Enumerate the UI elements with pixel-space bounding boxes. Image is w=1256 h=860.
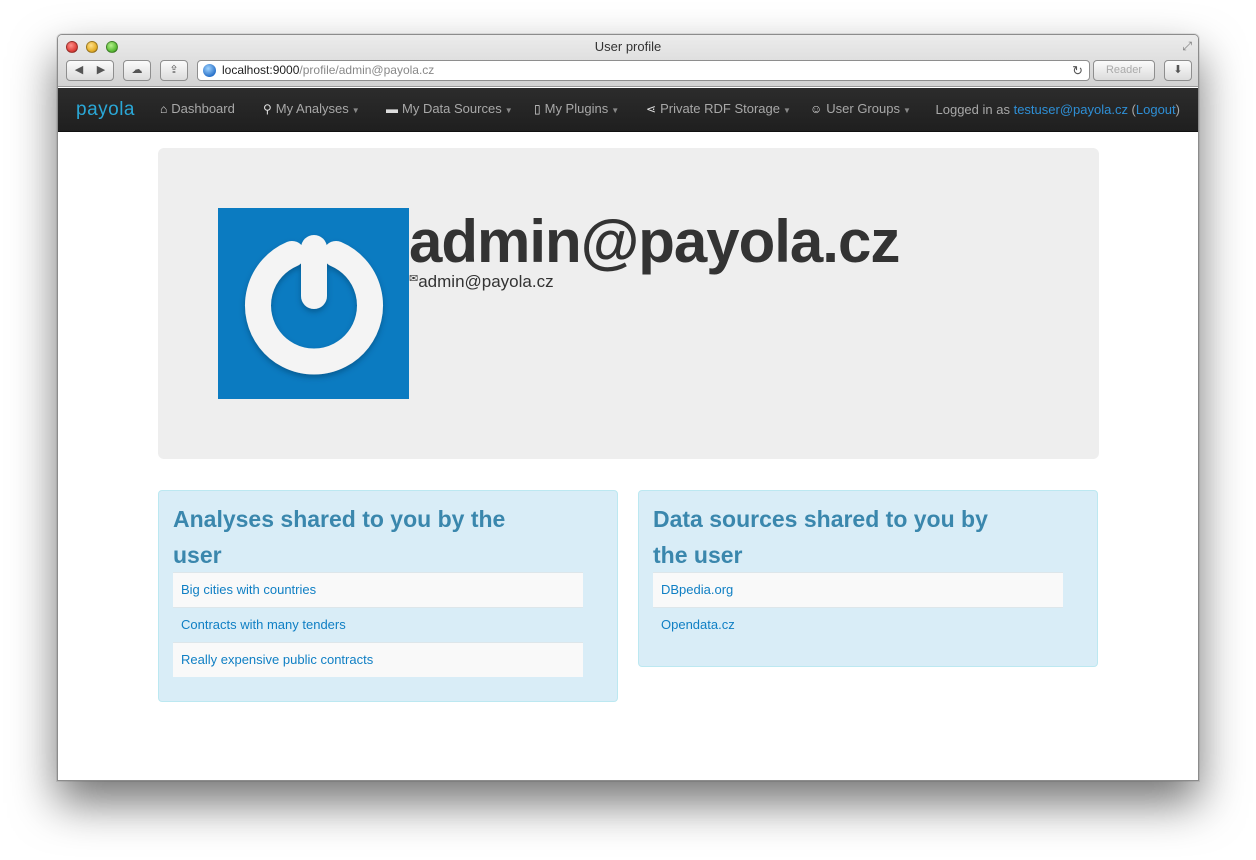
power-icon (245, 235, 383, 375)
share-nodes-icon: ⋖ (646, 102, 657, 116)
profile-name: admin@payola.cz (409, 208, 900, 275)
analyses-list: Big cities with countries Contracts with… (173, 572, 583, 677)
list-item: DBpedia.org (653, 572, 1063, 607)
address-host: localhost:9000 (222, 63, 300, 77)
analyses-panel: Analyses shared to you by the user Big c… (158, 490, 618, 702)
nav-my-plugins[interactable]: ▯ My Plugins ▼ (534, 101, 619, 116)
data-source-link[interactable]: DBpedia.org (661, 582, 733, 597)
analysis-link[interactable]: Really expensive public contracts (181, 652, 373, 667)
back-icon[interactable]: ◀ (68, 61, 90, 80)
address-path: /profile/admin@payola.cz (299, 63, 435, 77)
data-source-link[interactable]: Opendata.cz (661, 617, 735, 632)
search-icon: ⚲ (263, 102, 272, 116)
chevron-down-icon: ▼ (351, 106, 360, 115)
list-item: Big cities with countries (173, 572, 583, 607)
group-icon: ☺ (810, 102, 823, 116)
reader-button[interactable]: Reader (1093, 60, 1155, 81)
chevron-down-icon: ▼ (611, 106, 620, 115)
back-forward-buttons: ◀ ▶ (66, 60, 114, 81)
profile-hero: admin@payola.cz ✉admin@payola.cz (158, 148, 1099, 459)
download-icon[interactable]: ⬇ (1164, 60, 1192, 81)
logout-link[interactable]: Logout (1136, 102, 1176, 117)
file-icon: ▯ (534, 102, 541, 116)
list-item: Really expensive public contracts (173, 642, 583, 677)
list-item: Opendata.cz (653, 607, 1063, 642)
chevron-down-icon: ▼ (902, 106, 911, 115)
analyses-heading: Analyses shared to you by the user (173, 506, 506, 568)
reload-icon[interactable]: ↻ (1072, 61, 1083, 80)
window-title: User profile (594, 39, 662, 54)
title-bar: User profile ⤢ ◀ ▶ ☁ ⇪ localhost:9000/pro… (58, 35, 1198, 87)
forward-icon[interactable]: ▶ (90, 61, 112, 80)
data-sources-panel: Data sources shared to you by the user D… (638, 490, 1098, 667)
data-sources-list: DBpedia.org Opendata.cz (653, 572, 1063, 642)
chevron-down-icon: ▼ (783, 106, 791, 115)
list-item: Contracts with many tenders (173, 607, 583, 642)
home-icon: ⌂ (160, 102, 168, 116)
avatar (218, 208, 409, 399)
chevron-down-icon: ▼ (504, 106, 513, 115)
envelope-icon: ✉ (409, 273, 419, 285)
profile-email: ✉admin@payola.cz (409, 272, 554, 291)
nav-user-groups[interactable]: ☺ User Groups ▼ (810, 101, 911, 116)
nav-private-rdf-storage[interactable]: ⋖ Private RDF Storage ▼ (646, 101, 791, 116)
hdd-icon: ▬ (386, 102, 398, 116)
navbar: payola ⌂ Dashboard ⚲ My Analyses ▼ ▬ My Data… (58, 88, 1198, 132)
analysis-link[interactable]: Big cities with countries (181, 582, 316, 597)
nav-my-analyses[interactable]: ⚲ My Analyses ▼ (263, 101, 360, 116)
login-status: Logged in as testuser@payola.cz (Logout) (935, 102, 1181, 117)
data-sources-heading: Data sources shared to you by the user (653, 506, 988, 568)
browser-window: User profile ⤢ ◀ ▶ ☁ ⇪ localhost:9000/pro… (57, 34, 1199, 781)
nav-my-data-sources[interactable]: ▬ My Data Sources ▼ (386, 101, 513, 116)
nav-dashboard[interactable]: ⌂ Dashboard (160, 101, 235, 116)
brand-logo[interactable]: payola (76, 99, 135, 121)
logged-user-link[interactable]: testuser@payola.cz (1014, 102, 1128, 117)
address-bar[interactable]: localhost:9000/profile/admin@payola.cz ↻ (197, 60, 1090, 81)
fullscreen-icon[interactable]: ⤢ (1182, 39, 1192, 54)
globe-icon (203, 64, 216, 77)
analysis-link[interactable]: Contracts with many tenders (181, 617, 346, 632)
cloud-icon[interactable]: ☁ (123, 60, 151, 81)
share-icon[interactable]: ⇪ (160, 60, 188, 81)
